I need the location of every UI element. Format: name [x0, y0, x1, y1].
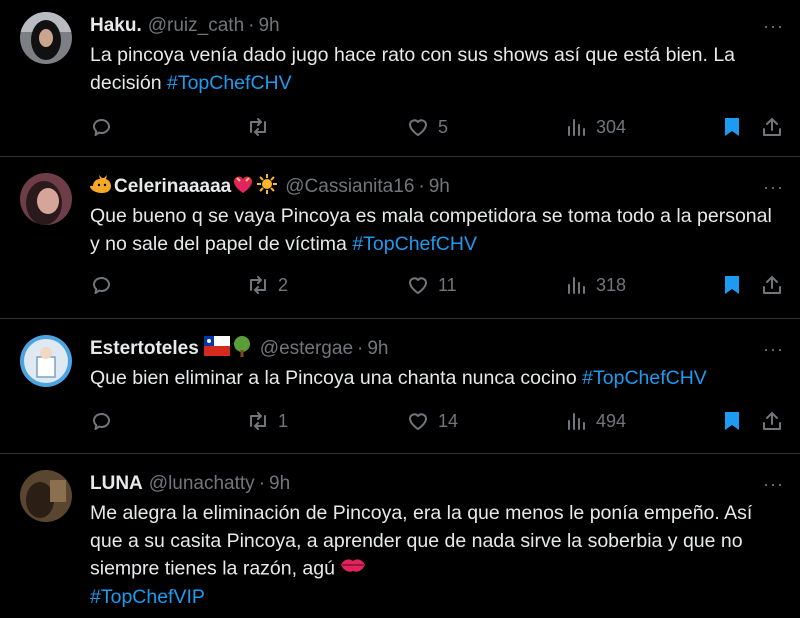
user-handle[interactable]: @Cassianita16: [285, 176, 414, 198]
timestamp[interactable]: 9h: [269, 473, 290, 495]
views-count: 318: [596, 274, 627, 295]
action-bar: 2 11 318: [90, 272, 786, 298]
reply-icon: [92, 118, 110, 136]
bookmark-filled-icon: [725, 118, 739, 136]
tweet-text-body: Me alegra la eliminación de Pincoya, era…: [90, 502, 753, 580]
like-button[interactable]: 11: [406, 272, 457, 298]
kiss-mark-emoji-icon: [340, 555, 366, 584]
sun-emoji-icon: [255, 172, 279, 202]
share-icon: [763, 276, 781, 294]
chile-flag-emoji-icon: [203, 336, 230, 362]
tweet[interactable]: Estertoteles @estergae · 9h ··· Que bien…: [0, 319, 800, 454]
user-handle[interactable]: @lunachatty: [149, 473, 255, 495]
hashtag-link[interactable]: #TopChefCHV: [352, 233, 477, 255]
bookmark-button[interactable]: [720, 114, 744, 140]
like-count: 5: [438, 116, 449, 137]
share-icon: [763, 412, 781, 430]
views-button[interactable]: 304: [564, 114, 626, 140]
separator-dot: ·: [248, 15, 255, 36]
retweet-icon: [250, 118, 266, 136]
views-button[interactable]: 494: [564, 408, 626, 434]
separator-dot: ·: [357, 338, 364, 359]
tweet-text: Que bien eliminar a la Pincoya una chant…: [90, 365, 776, 393]
separator-dot: ·: [258, 473, 266, 494]
display-name[interactable]: LUNA: [90, 473, 143, 495]
user-handle[interactable]: @ruiz_cath: [148, 15, 244, 37]
views-chart-icon: [568, 277, 585, 294]
avatar[interactable]: [20, 173, 72, 225]
avatar[interactable]: [20, 470, 72, 522]
action-bar: 1 14 494: [90, 408, 786, 434]
views-count: 494: [596, 410, 627, 431]
tweet-text-body: Que bien eliminar a la Pincoya una chant…: [90, 367, 583, 389]
retweet-count: 2: [278, 274, 289, 295]
reply-icon: [92, 412, 110, 430]
tweet[interactable]: LUNA @lunachatty · 9h ··· Me alegra la e…: [0, 454, 800, 618]
share-button[interactable]: [760, 272, 784, 298]
hashtag-link[interactable]: #TopChefCHV: [582, 367, 707, 389]
cat-emoji-icon: [90, 172, 114, 202]
heart-icon: [409, 413, 427, 430]
reply-button[interactable]: [90, 272, 122, 298]
share-button[interactable]: [760, 114, 784, 140]
hashtag-link[interactable]: #TopChefCHV: [167, 72, 292, 94]
avatar[interactable]: [20, 12, 72, 64]
display-name[interactable]: Celerinaaaaa: [114, 176, 231, 198]
like-count: 14: [438, 410, 459, 431]
retweet-count: 1: [278, 410, 289, 431]
bookmark-filled-icon: [725, 412, 739, 430]
more-options-icon[interactable]: ···: [763, 16, 784, 37]
retweet-button[interactable]: 2: [246, 272, 288, 298]
reply-button[interactable]: [90, 408, 122, 434]
user-handle[interactable]: @estergae: [260, 338, 353, 360]
bookmark-button[interactable]: [720, 408, 744, 434]
retweet-button[interactable]: 1: [246, 408, 288, 434]
hashtag-link[interactable]: #TopChefVIP: [90, 586, 205, 608]
retweet-icon: [250, 412, 266, 430]
more-options-icon[interactable]: ···: [763, 177, 784, 198]
like-count: 11: [438, 274, 457, 295]
tweet-text: La pincoya venía dado jugo hace rato con…: [90, 42, 776, 97]
views-chart-icon: [568, 413, 585, 430]
reply-button[interactable]: [90, 114, 122, 140]
more-options-icon[interactable]: ···: [763, 474, 784, 495]
action-bar: 5 304: [90, 114, 786, 140]
avatar[interactable]: [20, 335, 72, 387]
tweet-text: Que bueno q se vaya Pincoya es mala comp…: [90, 203, 776, 258]
heart-icon: [409, 119, 427, 136]
tree-emoji-icon: [230, 334, 254, 364]
tweet[interactable]: Celerinaaaaa @Cassianita16 · 9h ··· Que …: [0, 157, 800, 319]
timestamp[interactable]: 9h: [429, 176, 450, 198]
share-icon: [763, 118, 781, 136]
views-chart-icon: [568, 119, 585, 136]
separator-dot: ·: [418, 176, 425, 197]
views-count: 304: [596, 116, 627, 137]
tweet-text: Me alegra la eliminación de Pincoya, era…: [90, 500, 776, 611]
display-name[interactable]: Haku.: [90, 15, 142, 37]
display-name[interactable]: Estertoteles: [90, 338, 199, 360]
heart-with-ribbon-emoji-icon: [231, 172, 255, 202]
reply-icon: [92, 276, 110, 294]
views-button[interactable]: 318: [564, 272, 626, 298]
timestamp[interactable]: 9h: [367, 338, 388, 360]
retweet-button[interactable]: [246, 114, 278, 140]
like-button[interactable]: 14: [406, 408, 458, 434]
share-button[interactable]: [760, 408, 784, 434]
heart-icon: [409, 277, 427, 294]
more-options-icon[interactable]: ···: [763, 339, 784, 360]
like-button[interactable]: 5: [406, 114, 448, 140]
bookmark-button[interactable]: [720, 272, 744, 298]
timestamp[interactable]: 9h: [258, 15, 279, 37]
bookmark-filled-icon: [725, 276, 739, 294]
retweet-icon: [250, 276, 266, 294]
tweet[interactable]: Haku. @ruiz_cath · 9h ··· La pincoya ven…: [0, 0, 800, 157]
